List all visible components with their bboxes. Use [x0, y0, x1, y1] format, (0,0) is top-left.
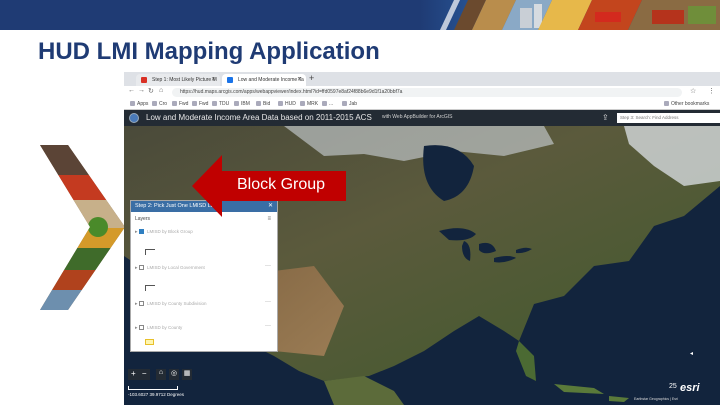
- zoom-in-button[interactable]: +: [131, 369, 136, 378]
- address-bar: ← → ↻ ⌂ https://hud.maps.arcgis.com/apps…: [124, 86, 720, 98]
- globe-icon: [129, 113, 139, 123]
- more-icon[interactable]: ···: [265, 323, 271, 329]
- scale-bar: [128, 386, 178, 390]
- slide-number: 25: [669, 383, 677, 390]
- search-input[interactable]: Step 3: Search: Find Address: [617, 113, 720, 123]
- bookmark-item[interactable]: ...: [322, 101, 333, 107]
- share-icon[interactable]: ⇪: [602, 113, 609, 122]
- chevron-decoration: [40, 145, 125, 310]
- bookmark-item[interactable]: Fwd: [172, 101, 188, 107]
- slide-title: HUD LMI Mapping Application: [38, 38, 380, 65]
- locate-button[interactable]: ◎: [169, 369, 179, 380]
- browser-tabstrip: Step 1: Most Likely Picture M ✕ Low and …: [124, 72, 720, 86]
- tab-label: Step 1: Most Likely Picture M: [152, 77, 217, 83]
- browser-tab[interactable]: Step 1: Most Likely Picture M ✕: [136, 74, 220, 86]
- tab-favicon-icon: [141, 77, 147, 83]
- layer-checkbox[interactable]: [139, 301, 144, 306]
- app-header: Low and Moderate Income Area Data based …: [124, 110, 720, 126]
- overview-toggle-icon[interactable]: ◂: [690, 350, 693, 357]
- bookmark-item[interactable]: Bid: [256, 101, 270, 107]
- layer-item-block-group[interactable]: ▸ LMISD by Block Group: [135, 229, 193, 235]
- basemap-button[interactable]: ▦: [182, 369, 192, 380]
- coordinate-readout: -103.6027 39.9712 Degrees: [128, 392, 185, 397]
- home-button[interactable]: ⌂: [156, 369, 166, 380]
- more-icon[interactable]: ···: [265, 263, 271, 269]
- back-icon[interactable]: ←: [128, 87, 135, 94]
- url-field[interactable]: https://hud.maps.arcgis.com/apps/webappv…: [172, 88, 682, 97]
- menu-icon[interactable]: ⋮: [708, 87, 715, 95]
- layer-label: LMISD by County Subdivision: [147, 301, 207, 306]
- bookmarks-bar: Apps Cro Fwd Fwd TDU IBM Bid HUD MRK ...…: [124, 98, 720, 110]
- layer-item-county[interactable]: ▸ LMISD by County: [135, 325, 182, 331]
- forward-icon[interactable]: →: [138, 87, 145, 94]
- other-bookmarks[interactable]: Other bookmarks: [664, 101, 709, 107]
- bookmark-item[interactable]: Jab: [342, 101, 357, 107]
- star-icon[interactable]: ☆: [690, 87, 696, 95]
- close-icon[interactable]: ✕: [268, 202, 273, 209]
- layer-label: LMISD by County: [147, 325, 183, 330]
- bookmark-item[interactable]: IBM: [234, 101, 250, 107]
- close-icon[interactable]: ✕: [211, 76, 216, 83]
- bookmark-item[interactable]: HUD: [278, 101, 296, 107]
- tab-label: Low and Moderate Income Ta: [238, 77, 304, 83]
- banner-photo-collage: [420, 0, 720, 30]
- home-icon[interactable]: ⌂: [159, 87, 163, 94]
- zoom-out-button[interactable]: −: [142, 369, 147, 378]
- tab-favicon-icon: [227, 77, 233, 83]
- legend-line-icon: [145, 285, 155, 291]
- esri-logo: esri: [680, 382, 700, 394]
- layer-item-county-subdivision[interactable]: ▸ LMISD by County Subdivision: [135, 301, 207, 307]
- layer-label: LMISD by Local Government: [147, 265, 205, 270]
- layer-checkbox[interactable]: [139, 265, 144, 270]
- layers-label: Layers: [135, 216, 151, 222]
- layer-checkbox[interactable]: [139, 229, 144, 234]
- bookmark-item[interactable]: Fwd: [192, 101, 208, 107]
- zoom-control: + −: [128, 369, 150, 380]
- bookmark-item[interactable]: TDU: [212, 101, 229, 107]
- app-builder-link[interactable]: with Web AppBuilder for ArcGIS: [382, 114, 453, 120]
- layer-label: LMISD by Block Group: [147, 229, 193, 234]
- close-icon[interactable]: ✕: [297, 76, 302, 83]
- layer-checkbox[interactable]: [139, 325, 144, 330]
- more-icon[interactable]: ···: [265, 299, 271, 305]
- legend-fill-icon: [145, 339, 154, 345]
- legend-line-icon: [145, 249, 155, 255]
- reload-icon[interactable]: ↻: [148, 87, 154, 95]
- new-tab-button[interactable]: +: [309, 73, 314, 83]
- browser-window: Step 1: Most Likely Picture M ✕ Low and …: [124, 72, 720, 405]
- bookmark-item[interactable]: Apps: [130, 101, 148, 107]
- browser-tab-active[interactable]: Low and Moderate Income Ta ✕: [222, 74, 306, 86]
- slide: HUD LMI Mapping Application Step 1: Most…: [0, 0, 720, 405]
- top-banner: [0, 0, 720, 30]
- block-group-callout: Block Group: [230, 171, 346, 201]
- map-attribution: Earthstar Geographics | Esri: [634, 397, 678, 401]
- layer-options-icon[interactable]: ≡: [267, 216, 271, 222]
- layer-item-local-government[interactable]: ▸ LMISD by Local Government: [135, 265, 205, 271]
- layers-panel: Step 2: Pick Just One LMISD Layer ✕ Laye…: [130, 200, 278, 352]
- bookmark-item[interactable]: Cro: [152, 101, 167, 107]
- app-title: Low and Moderate Income Area Data based …: [146, 113, 372, 122]
- bookmark-item[interactable]: MRK: [300, 101, 318, 107]
